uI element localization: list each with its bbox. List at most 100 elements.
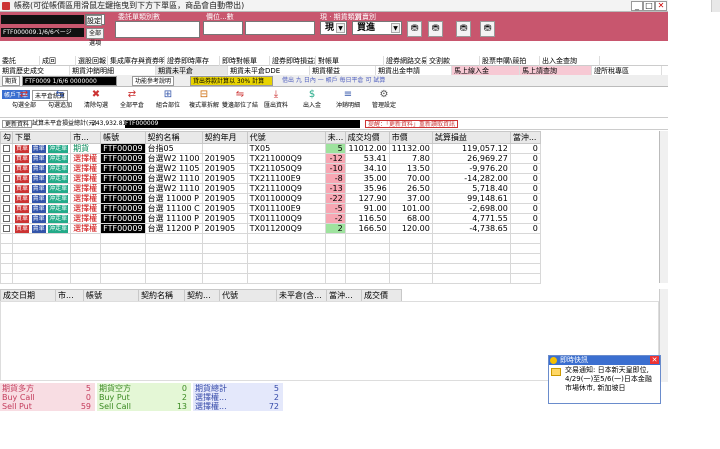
fills-col-header[interactable]: 帳號 <box>83 289 139 302</box>
close-tag[interactable]: 沖走單 <box>48 224 69 233</box>
checkbox[interactable] <box>3 145 10 152</box>
checkbox[interactable] <box>3 155 10 162</box>
account-select[interactable]: FTF0009 1/6/6 0000000 <box>22 76 117 86</box>
buy-tag[interactable]: 買單 <box>15 224 30 233</box>
menu1-5[interactable]: 即時對帳單 <box>220 56 270 66</box>
table-row[interactable]: 買單 賣單 沖走單 選擇權 FTF00009 台選 11100 C 201905 TX01… <box>0 203 541 214</box>
col-header[interactable]: 勾 <box>0 131 13 144</box>
col-header[interactable]: 市價 <box>388 131 433 144</box>
col-header[interactable]: 成交均價 <box>344 131 390 144</box>
menu1-11[interactable]: 出入金查詢 <box>540 56 600 66</box>
menu1-8[interactable]: 證券網路交易額度 <box>384 56 427 66</box>
table-row[interactable]: 買單 賣單 沖走單 選擇權 FTF00009 台選W2 1110 201905 TX211… <box>0 183 541 194</box>
table-scrollbar[interactable] <box>659 131 668 283</box>
toolbar-button-5[interactable]: ⊟ 複式單拆解 <box>184 89 224 110</box>
close-tag[interactable]: 沖走單 <box>48 194 69 203</box>
toolbar-button-6[interactable]: ⇋ 雙邊部位了結 <box>220 89 260 110</box>
buy-tag[interactable]: 買單 <box>15 154 30 163</box>
close-button[interactable]: ✕ <box>655 1 667 11</box>
popup-close-icon[interactable]: ✕ <box>650 356 659 364</box>
buy-tag[interactable]: 買單 <box>15 204 30 213</box>
toolbar-button-4[interactable]: ⊞ 組合部位 <box>148 89 188 110</box>
fills-col-header[interactable]: 未平倉(含... <box>276 289 327 302</box>
checkbox[interactable] <box>3 195 10 202</box>
buy-tag[interactable]: 買單 <box>15 144 30 153</box>
outer-scrollbar[interactable] <box>711 0 720 12</box>
close-tag[interactable]: 沖走單 <box>48 184 69 193</box>
col-header[interactable]: 契約名稱 <box>144 131 203 144</box>
table-row[interactable]: 買單 賣單 沖走單 選擇權 FTF00009 台選W2 1110 201905 TX211… <box>0 173 541 184</box>
toolbar-button-8[interactable]: $ 出入金 <box>292 89 332 110</box>
sell-tag[interactable]: 賣單 <box>31 144 46 153</box>
menu1-0[interactable]: 委託 <box>0 56 40 66</box>
row-checkbox[interactable] <box>0 163 13 174</box>
side-select[interactable]: 買進 ▼ <box>352 21 402 35</box>
stop-order-icon[interactable]: ⛃ <box>428 21 443 37</box>
row-checkbox[interactable] <box>0 223 13 234</box>
menu1-2[interactable]: 選股回報 <box>76 56 108 66</box>
qty-input[interactable] <box>203 21 243 35</box>
col-header[interactable]: 試算損益 <box>431 131 511 144</box>
sell-tag[interactable]: 賣單 <box>31 224 46 233</box>
toolbar-button-0[interactable]: ⇄ 勾選全部 <box>4 89 44 110</box>
buy-tag[interactable]: 買單 <box>15 194 30 203</box>
sell-tag[interactable]: 賣單 <box>31 174 46 183</box>
close-tag[interactable]: 沖走單 <box>48 144 69 153</box>
table-row[interactable]: 買單 賣單 沖走單 選擇權 FTF00009 台選 11200 P 201905 TX01… <box>0 223 541 234</box>
help-button[interactable]: 功能參考說明 <box>132 76 175 86</box>
menu1-6[interactable]: 證券即時損益試算 <box>270 56 316 66</box>
toolbar-button-7[interactable]: ⤓ 匯出資料 <box>256 89 296 110</box>
checkbox[interactable] <box>3 185 10 192</box>
table-row[interactable]: 買單 賣單 沖走單 選擇權 FTF00009 台選W2 1105 201905 TX211… <box>0 163 541 174</box>
checkbox[interactable] <box>3 205 10 212</box>
fills-col-header[interactable]: 代號 <box>219 289 277 302</box>
order-icon-4[interactable]: ⛃ <box>480 21 495 37</box>
row-checkbox[interactable] <box>0 213 13 224</box>
menu1-1[interactable]: 成回 <box>40 56 76 66</box>
toolbar-button-2[interactable]: ✖ 清除勾選 <box>76 89 116 110</box>
sell-tag[interactable]: 賣單 <box>31 154 46 163</box>
checkbox[interactable] <box>3 175 10 182</box>
col-header[interactable]: 代號 <box>246 131 326 144</box>
col-header[interactable]: 下單 <box>11 131 72 144</box>
toolbar-button-3[interactable]: ⇄ 全部平倉 <box>112 89 152 110</box>
price-input[interactable] <box>245 21 315 35</box>
close-tag[interactable]: 沖走單 <box>48 174 69 183</box>
buy-tag[interactable]: 買單 <box>15 214 30 223</box>
col-header[interactable]: 帳號 <box>100 131 146 144</box>
table-row[interactable]: 買單 賣單 沖走單 選擇權 FTF00009 台選 11100 P 201905 TX01… <box>0 213 541 224</box>
menu1-9[interactable]: 交割款 <box>427 56 480 66</box>
refresh-button[interactable]: 更新資料 <box>2 120 33 128</box>
fills-col-header[interactable]: 契約... <box>184 289 220 302</box>
col-header[interactable]: 契約年月 <box>201 131 248 144</box>
table-row[interactable]: 買單 賣單 沖走單 期貨 FTF00009 台指05 TX05 5 11012.00 1113… <box>0 143 541 154</box>
menu1-3[interactable]: 集成庫存與資券明細 <box>108 56 165 66</box>
close-tag[interactable]: 沖走單 <box>48 214 69 223</box>
table-row[interactable]: 買單 賣單 沖走單 選擇權 FTF00009 台選W2 1100 201905 TX211… <box>0 153 541 164</box>
sell-tag[interactable]: 賣單 <box>31 194 46 203</box>
col-header[interactable]: 當沖... <box>509 131 541 144</box>
col-header[interactable]: 未... <box>324 131 346 144</box>
checkbox[interactable] <box>3 215 10 222</box>
fills-col-header[interactable]: 市... <box>55 289 84 302</box>
account-field-2[interactable]: FTF000009.1/6/6ページ <box>1 28 84 37</box>
minimize-button[interactable]: _ <box>631 1 643 11</box>
quick-order-icon[interactable]: ⛃ <box>407 21 422 37</box>
fills-col-header[interactable]: 當沖... <box>326 289 362 302</box>
table-row[interactable]: 買單 賣單 沖走單 選擇權 FTF00009 台選 11000 P 201905 TX01… <box>0 193 541 204</box>
sell-tag[interactable]: 賣單 <box>31 204 46 213</box>
sell-tag[interactable]: 賣單 <box>31 164 46 173</box>
row-checkbox[interactable] <box>0 183 13 194</box>
sell-tag[interactable]: 賣單 <box>31 214 46 223</box>
product-input[interactable] <box>115 21 200 38</box>
close-tag[interactable]: 沖走單 <box>48 154 69 163</box>
toolbar-button-9[interactable]: ≡ 沖銷明細 <box>328 89 368 110</box>
checkbox[interactable] <box>3 225 10 232</box>
row-checkbox[interactable] <box>0 203 13 214</box>
sell-tag[interactable]: 賣單 <box>31 184 46 193</box>
settings-button[interactable]: 設定 <box>86 15 102 26</box>
buy-tag[interactable]: 買單 <box>15 184 30 193</box>
fills-col-header[interactable]: 成交日期 <box>0 289 56 302</box>
market-select[interactable]: 現 ▼ <box>320 21 347 35</box>
order-icon-3[interactable]: ⛃ <box>456 21 471 37</box>
